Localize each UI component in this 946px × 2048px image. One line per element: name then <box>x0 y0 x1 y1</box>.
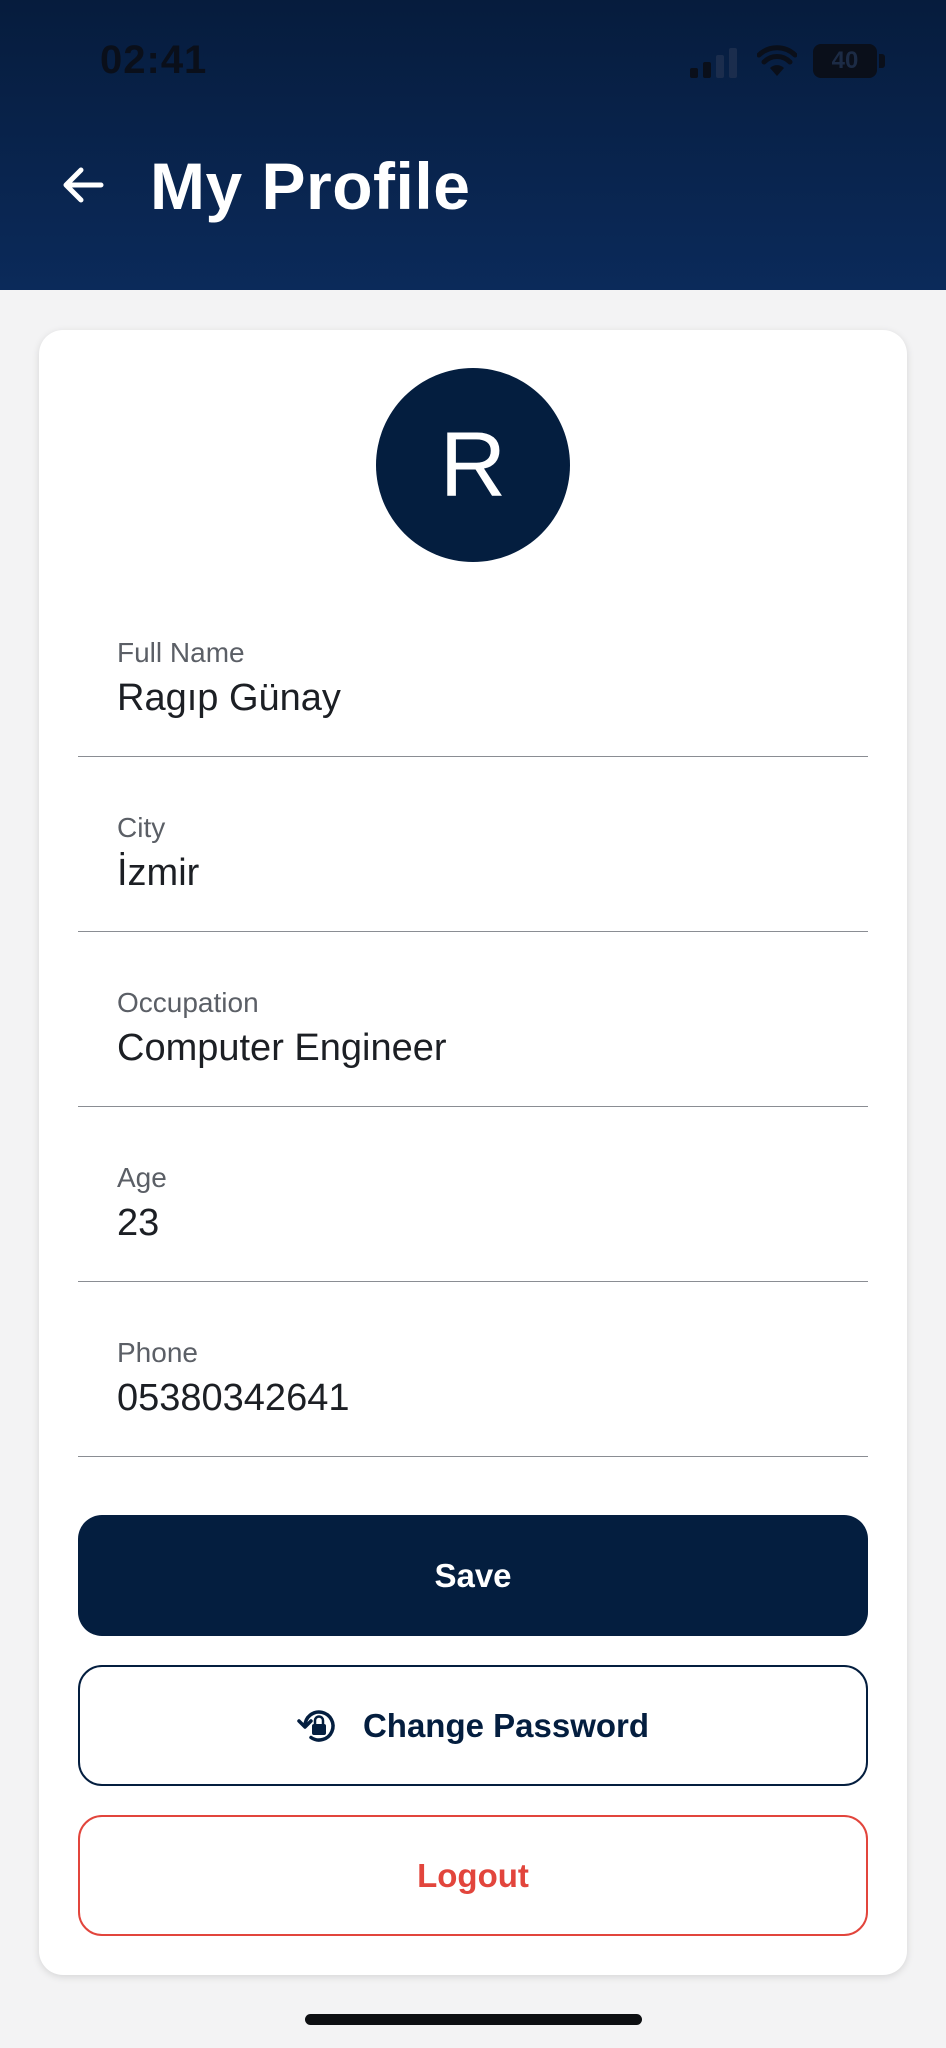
app-header: 02:41 40 My Profile <box>0 0 946 290</box>
phone-value: 05380342641 <box>117 1377 350 1419</box>
city-field[interactable]: City İzmir <box>78 757 868 932</box>
profile-screen: 02:41 40 My Profile R Full Name Ragıp Gü… <box>0 0 946 2048</box>
age-label: Age <box>117 1162 167 1193</box>
city-value: İzmir <box>117 852 200 894</box>
city-label: City <box>117 812 166 843</box>
phone-label: Phone <box>117 1337 198 1368</box>
battery-icon: 40 <box>813 44 877 78</box>
page-title: My Profile <box>150 149 471 223</box>
avatar: R <box>376 368 570 562</box>
lock-reset-icon <box>297 1709 335 1742</box>
battery-level: 40 <box>831 47 859 74</box>
logout-button-label: Logout <box>417 1856 529 1894</box>
wifi-icon <box>757 45 797 76</box>
occupation-field[interactable]: Occupation Computer Engineer <box>78 932 868 1107</box>
full-name-label: Full Name <box>117 637 245 668</box>
phone-field[interactable]: Phone 05380342641 <box>78 1282 868 1457</box>
cellular-signal-icon <box>690 48 737 78</box>
age-value: 23 <box>117 1202 160 1244</box>
status-time: 02:41 <box>100 38 208 82</box>
logout-button[interactable]: Logout <box>78 1815 868 1936</box>
save-button-label: Save <box>434 1556 512 1594</box>
full-name-value: Ragıp Günay <box>117 677 341 719</box>
arrow-left-icon <box>63 167 104 203</box>
age-field[interactable]: Age 23 <box>78 1107 868 1282</box>
battery-cap <box>879 54 885 68</box>
profile-card: R Full Name Ragıp Günay City İzmir Occup… <box>39 330 907 1975</box>
occupation-value: Computer Engineer <box>117 1027 447 1069</box>
status-bar: 02:41 40 <box>0 0 946 120</box>
change-password-button[interactable]: Change Password <box>78 1665 868 1786</box>
avatar-initial: R <box>439 413 507 516</box>
change-password-label: Change Password <box>362 1706 650 1744</box>
home-indicator[interactable] <box>305 2014 642 2025</box>
back-button[interactable] <box>58 160 108 210</box>
full-name-field[interactable]: Full Name Ragıp Günay <box>78 582 868 757</box>
save-button[interactable]: Save <box>78 1515 868 1636</box>
occupation-label: Occupation <box>117 987 259 1018</box>
